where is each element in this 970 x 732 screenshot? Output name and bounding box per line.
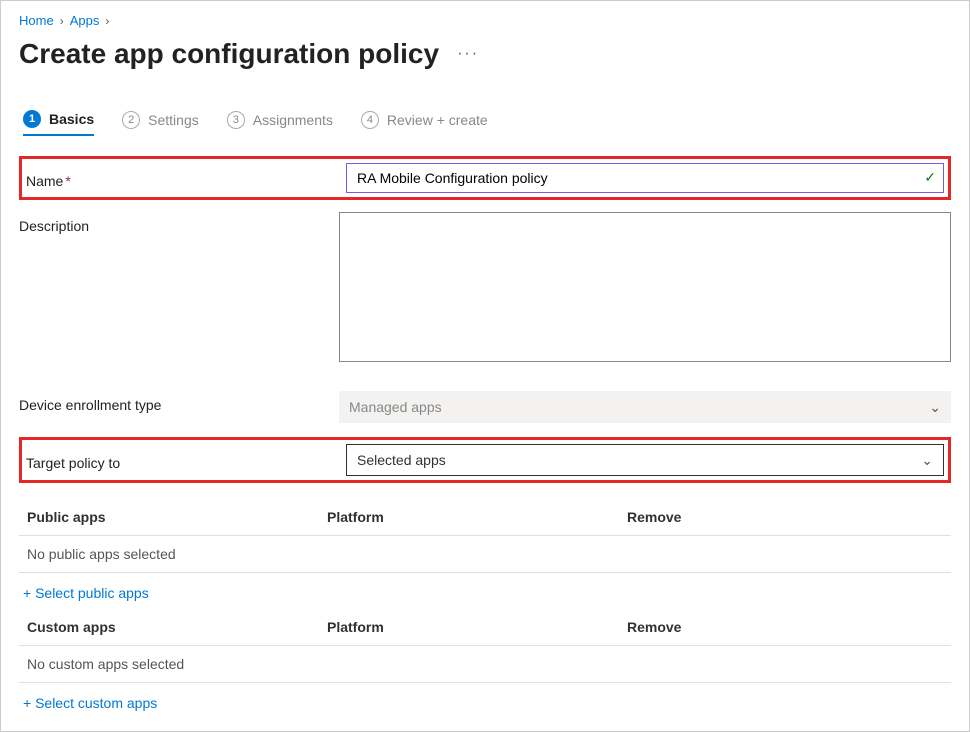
breadcrumb-home[interactable]: Home xyxy=(19,13,54,28)
target-policy-label: Target policy to xyxy=(26,449,346,471)
name-input[interactable] xyxy=(346,163,944,193)
tab-assignments[interactable]: 3 Assignments xyxy=(227,111,333,135)
step-number-icon: 4 xyxy=(361,111,379,129)
public-apps-header: Public apps xyxy=(27,509,327,525)
select-custom-apps-button[interactable]: + Select custom apps xyxy=(19,683,951,719)
description-label: Description xyxy=(19,212,339,234)
chevron-right-icon: › xyxy=(105,14,109,28)
step-number-icon: 2 xyxy=(122,111,140,129)
public-apps-section: Public apps Platform Remove No public ap… xyxy=(19,499,951,609)
step-number-icon: 3 xyxy=(227,111,245,129)
chevron-down-icon: ⌄ xyxy=(929,399,941,416)
remove-header: Remove xyxy=(627,509,943,525)
page-header: Create app configuration policy ··· xyxy=(19,34,951,110)
select-public-apps-button[interactable]: + Select public apps xyxy=(19,573,951,609)
select-value: Managed apps xyxy=(349,399,442,415)
enrollment-type-select: Managed apps ⌄ xyxy=(339,391,951,423)
tab-label: Basics xyxy=(49,111,94,127)
required-icon: * xyxy=(65,173,70,189)
more-actions-icon[interactable]: ··· xyxy=(457,45,479,63)
breadcrumb-apps[interactable]: Apps xyxy=(70,13,100,28)
name-label: Name* xyxy=(26,167,346,189)
tab-review-create[interactable]: 4 Review + create xyxy=(361,111,488,135)
tab-basics[interactable]: 1 Basics xyxy=(23,110,94,136)
enrollment-type-label: Device enrollment type xyxy=(19,391,339,413)
target-policy-select[interactable]: Selected apps ⌄ xyxy=(346,444,944,476)
empty-message: No custom apps selected xyxy=(27,656,327,672)
description-input[interactable] xyxy=(339,212,951,362)
page-title: Create app configuration policy xyxy=(19,38,439,70)
tab-label: Settings xyxy=(148,112,199,128)
empty-message: No public apps selected xyxy=(27,546,327,562)
custom-apps-section: Custom apps Platform Remove No custom ap… xyxy=(19,609,951,719)
table-row: No public apps selected xyxy=(19,536,951,573)
custom-apps-header: Custom apps xyxy=(27,619,327,635)
chevron-right-icon: › xyxy=(60,14,64,28)
step-number-icon: 1 xyxy=(23,110,41,128)
highlight-name-row: Name* ✓ xyxy=(19,156,951,200)
chevron-down-icon: ⌄ xyxy=(921,452,933,469)
tab-label: Review + create xyxy=(387,112,488,128)
highlight-target-row: Target policy to Selected apps ⌄ xyxy=(19,437,951,483)
tab-settings[interactable]: 2 Settings xyxy=(122,111,199,135)
tab-label: Assignments xyxy=(253,112,333,128)
breadcrumb: Home › Apps › xyxy=(19,11,951,34)
select-value: Selected apps xyxy=(357,452,446,468)
platform-header: Platform xyxy=(327,619,627,635)
table-row: No custom apps selected xyxy=(19,646,951,683)
platform-header: Platform xyxy=(327,509,627,525)
remove-header: Remove xyxy=(627,619,943,635)
wizard-tabs: 1 Basics 2 Settings 3 Assignments 4 Revi… xyxy=(19,110,951,136)
checkmark-icon: ✓ xyxy=(924,169,936,186)
